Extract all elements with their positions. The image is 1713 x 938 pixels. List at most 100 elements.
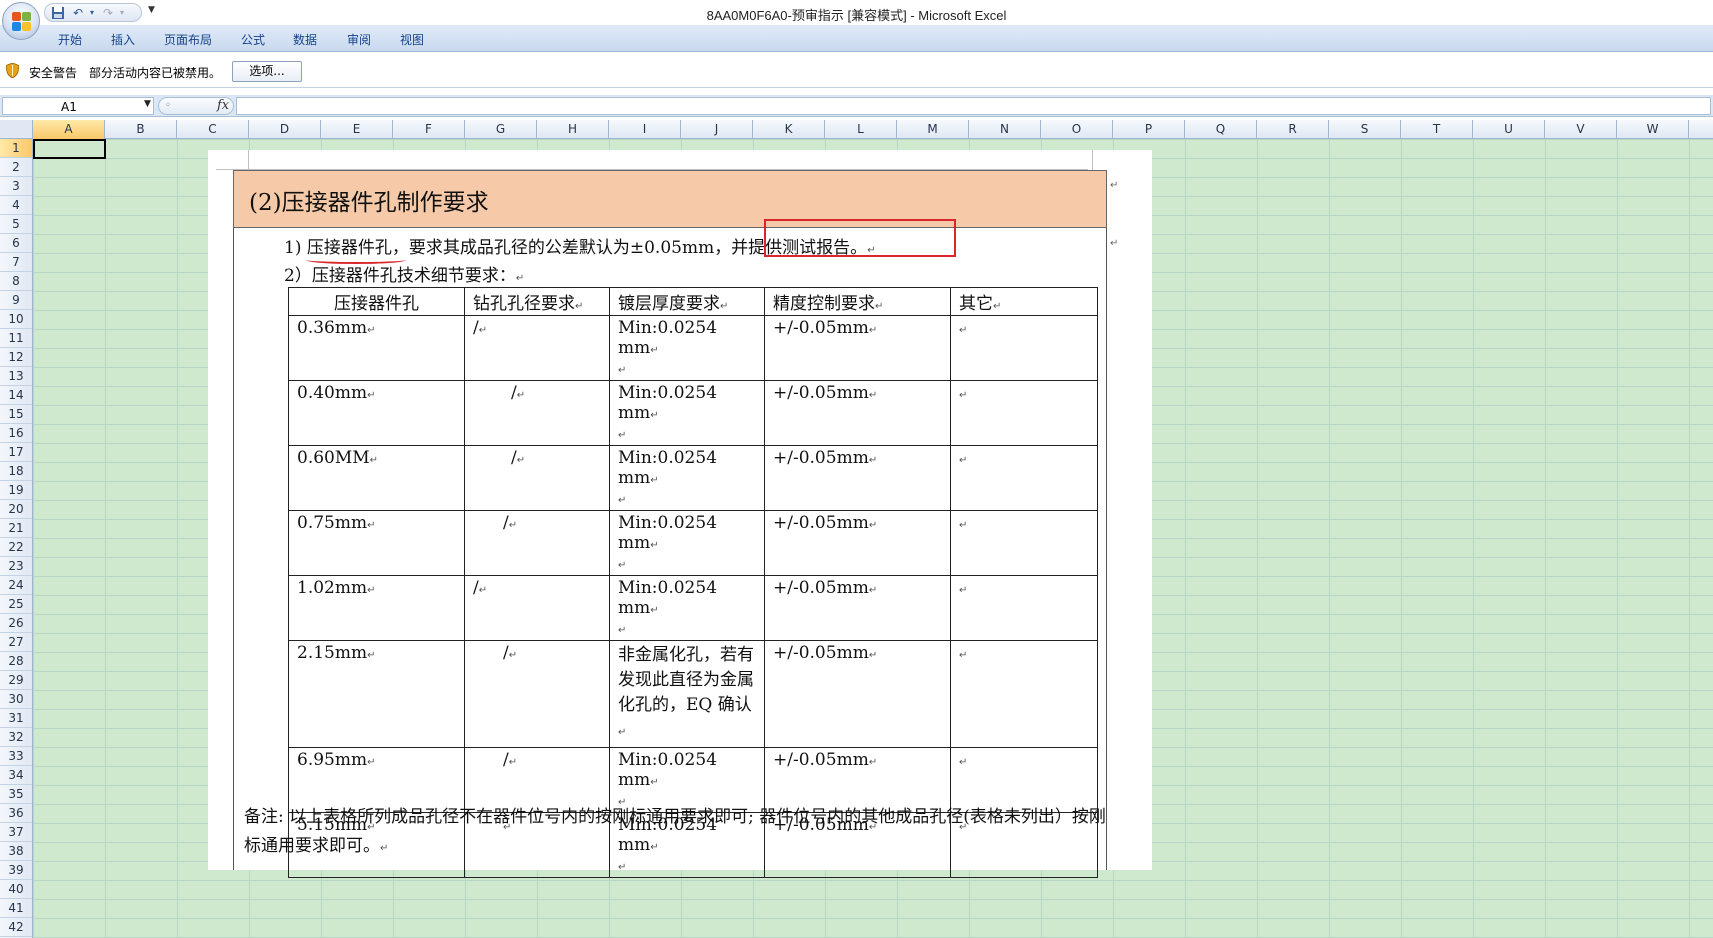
column-header[interactable]: E <box>321 120 393 139</box>
row-header[interactable]: 5 <box>0 215 32 234</box>
row-header[interactable]: 40 <box>0 880 32 899</box>
column-header[interactable]: R <box>1257 120 1329 139</box>
ribbon-tabs: 开始 插入 页面布局 公式 数据 审阅 视图 <box>0 26 1713 52</box>
row-header[interactable]: 29 <box>0 671 32 690</box>
column-header[interactable]: D <box>249 120 321 139</box>
office-button[interactable] <box>2 2 40 40</box>
row-header[interactable]: 2 <box>0 158 32 177</box>
row-header[interactable]: 21 <box>0 519 32 538</box>
row-header[interactable]: 18 <box>0 462 32 481</box>
row-header[interactable]: 10 <box>0 310 32 329</box>
embedded-document-image[interactable]: (2)压接器件孔制作要求 ↵ 1) 压接器件孔，要求其成品孔径的公差默认为±0.… <box>208 150 1152 878</box>
row-header[interactable]: 12 <box>0 348 32 367</box>
row-header[interactable]: 11 <box>0 329 32 348</box>
row-header[interactable]: 16 <box>0 424 32 443</box>
row-header[interactable]: 7 <box>0 253 32 272</box>
row-header[interactable]: 26 <box>0 614 32 633</box>
row-header[interactable]: 33 <box>0 747 32 766</box>
table-header-cell: 钻孔孔径要求↵ <box>464 287 610 316</box>
options-button[interactable]: 选项... <box>232 61 302 82</box>
tab-home[interactable]: 开始 <box>58 31 82 48</box>
column-header[interactable]: A <box>33 120 105 139</box>
select-all-corner[interactable] <box>0 120 33 139</box>
row-header[interactable]: 14 <box>0 386 32 405</box>
row-header[interactable]: 1 <box>0 139 32 158</box>
table-cell: +/-0.05mm↵ <box>764 640 951 748</box>
requirement-line-1-text: 1) 压接器件孔，要求其成品孔径的公差默认为±0.05mm <box>284 238 715 258</box>
row-header[interactable]: 25 <box>0 595 32 614</box>
table-cell: /↵ <box>464 510 610 576</box>
column-header[interactable]: L <box>825 120 897 139</box>
column-header[interactable]: P <box>1113 120 1185 139</box>
row-header[interactable]: 4 <box>0 196 32 215</box>
name-box-dropdown-icon[interactable]: ▼ <box>144 99 151 109</box>
row-header[interactable]: 30 <box>0 690 32 709</box>
row-header[interactable]: 38 <box>0 842 32 861</box>
row-header[interactable]: 37 <box>0 823 32 842</box>
row-header[interactable]: 27 <box>0 633 32 652</box>
column-header[interactable]: C <box>177 120 249 139</box>
row-header[interactable]: 15 <box>0 405 32 424</box>
tab-page-layout[interactable]: 页面布局 <box>164 31 212 48</box>
row-header[interactable]: 35 <box>0 785 32 804</box>
formula-input[interactable] <box>236 97 1711 115</box>
row-header[interactable]: 31 <box>0 709 32 728</box>
column-header[interactable]: J <box>681 120 753 139</box>
tab-formulas[interactable]: 公式 <box>241 31 265 48</box>
table-cell: ↵ <box>950 575 1098 641</box>
table-cell: 1.02mm↵ <box>288 575 465 641</box>
table-cell: Min:0.0254 mm↵ ↵ <box>609 445 765 511</box>
insert-function-icon[interactable]: fx <box>217 98 229 113</box>
column-header[interactable]: F <box>393 120 465 139</box>
tab-view[interactable]: 视图 <box>400 31 424 48</box>
column-header[interactable]: V <box>1545 120 1617 139</box>
row-header[interactable]: 39 <box>0 861 32 880</box>
column-header[interactable]: U <box>1473 120 1545 139</box>
row-header[interactable]: 13 <box>0 367 32 386</box>
row-header[interactable]: 19 <box>0 481 32 500</box>
column-header[interactable]: B <box>105 120 177 139</box>
red-highlight-box <box>764 219 956 257</box>
column-header[interactable]: W <box>1617 120 1689 139</box>
row-header[interactable]: 36 <box>0 804 32 823</box>
requirement-line-2-text: 2）压接器件孔技术细节要求： <box>284 266 516 286</box>
office-logo-icon <box>12 12 32 32</box>
formula-bar: A1 ▼ ◦ fx <box>0 95 1713 117</box>
name-box[interactable]: A1 ▼ <box>2 97 154 115</box>
tab-data[interactable]: 数据 <box>293 31 317 48</box>
row-header[interactable]: 6 <box>0 234 32 253</box>
paragraph-mark: ↵ <box>1110 238 1119 249</box>
column-header[interactable]: M <box>897 120 969 139</box>
row-header[interactable]: 17 <box>0 443 32 462</box>
column-header[interactable]: N <box>969 120 1041 139</box>
page-margin-mark <box>248 150 249 170</box>
row-header[interactable]: 32 <box>0 728 32 747</box>
row-header[interactable]: 9 <box>0 291 32 310</box>
table-row: 1.02mm↵ /↵ Min:0.0254 mm↵ ↵ +/-0.05mm↵ ↵ <box>288 575 1098 641</box>
column-header[interactable]: S <box>1329 120 1401 139</box>
column-header[interactable]: H <box>537 120 609 139</box>
row-header[interactable]: 8 <box>0 272 32 291</box>
row-header[interactable]: 22 <box>0 538 32 557</box>
expand-icon[interactable]: ◦ <box>165 100 171 111</box>
security-warning-bar: 安全警告 部分活动内容已被禁用。 选项... <box>0 52 1713 88</box>
column-header[interactable]: I <box>609 120 681 139</box>
column-header[interactable]: Q <box>1185 120 1257 139</box>
tab-review[interactable]: 审阅 <box>347 31 371 48</box>
table-row: 0.40mm↵ /↵ Min:0.0254 mm↵ ↵ +/-0.05mm↵ ↵ <box>288 380 1098 446</box>
row-header[interactable]: 20 <box>0 500 32 519</box>
column-header[interactable]: G <box>465 120 537 139</box>
row-header[interactable]: 41 <box>0 899 32 918</box>
tab-insert[interactable]: 插入 <box>111 31 135 48</box>
row-header[interactable]: 23 <box>0 557 32 576</box>
row-header[interactable]: 42 <box>0 918 32 937</box>
column-header[interactable]: T <box>1401 120 1473 139</box>
active-cell[interactable] <box>33 139 106 159</box>
column-header[interactable]: O <box>1041 120 1113 139</box>
row-header[interactable]: 3 <box>0 177 32 196</box>
row-header[interactable]: 34 <box>0 766 32 785</box>
table-row: 0.36mm↵ /↵ Min:0.0254 mm↵ ↵ +/-0.05mm↵ ↵ <box>288 315 1098 381</box>
row-header[interactable]: 28 <box>0 652 32 671</box>
column-header[interactable]: K <box>753 120 825 139</box>
row-header[interactable]: 24 <box>0 576 32 595</box>
